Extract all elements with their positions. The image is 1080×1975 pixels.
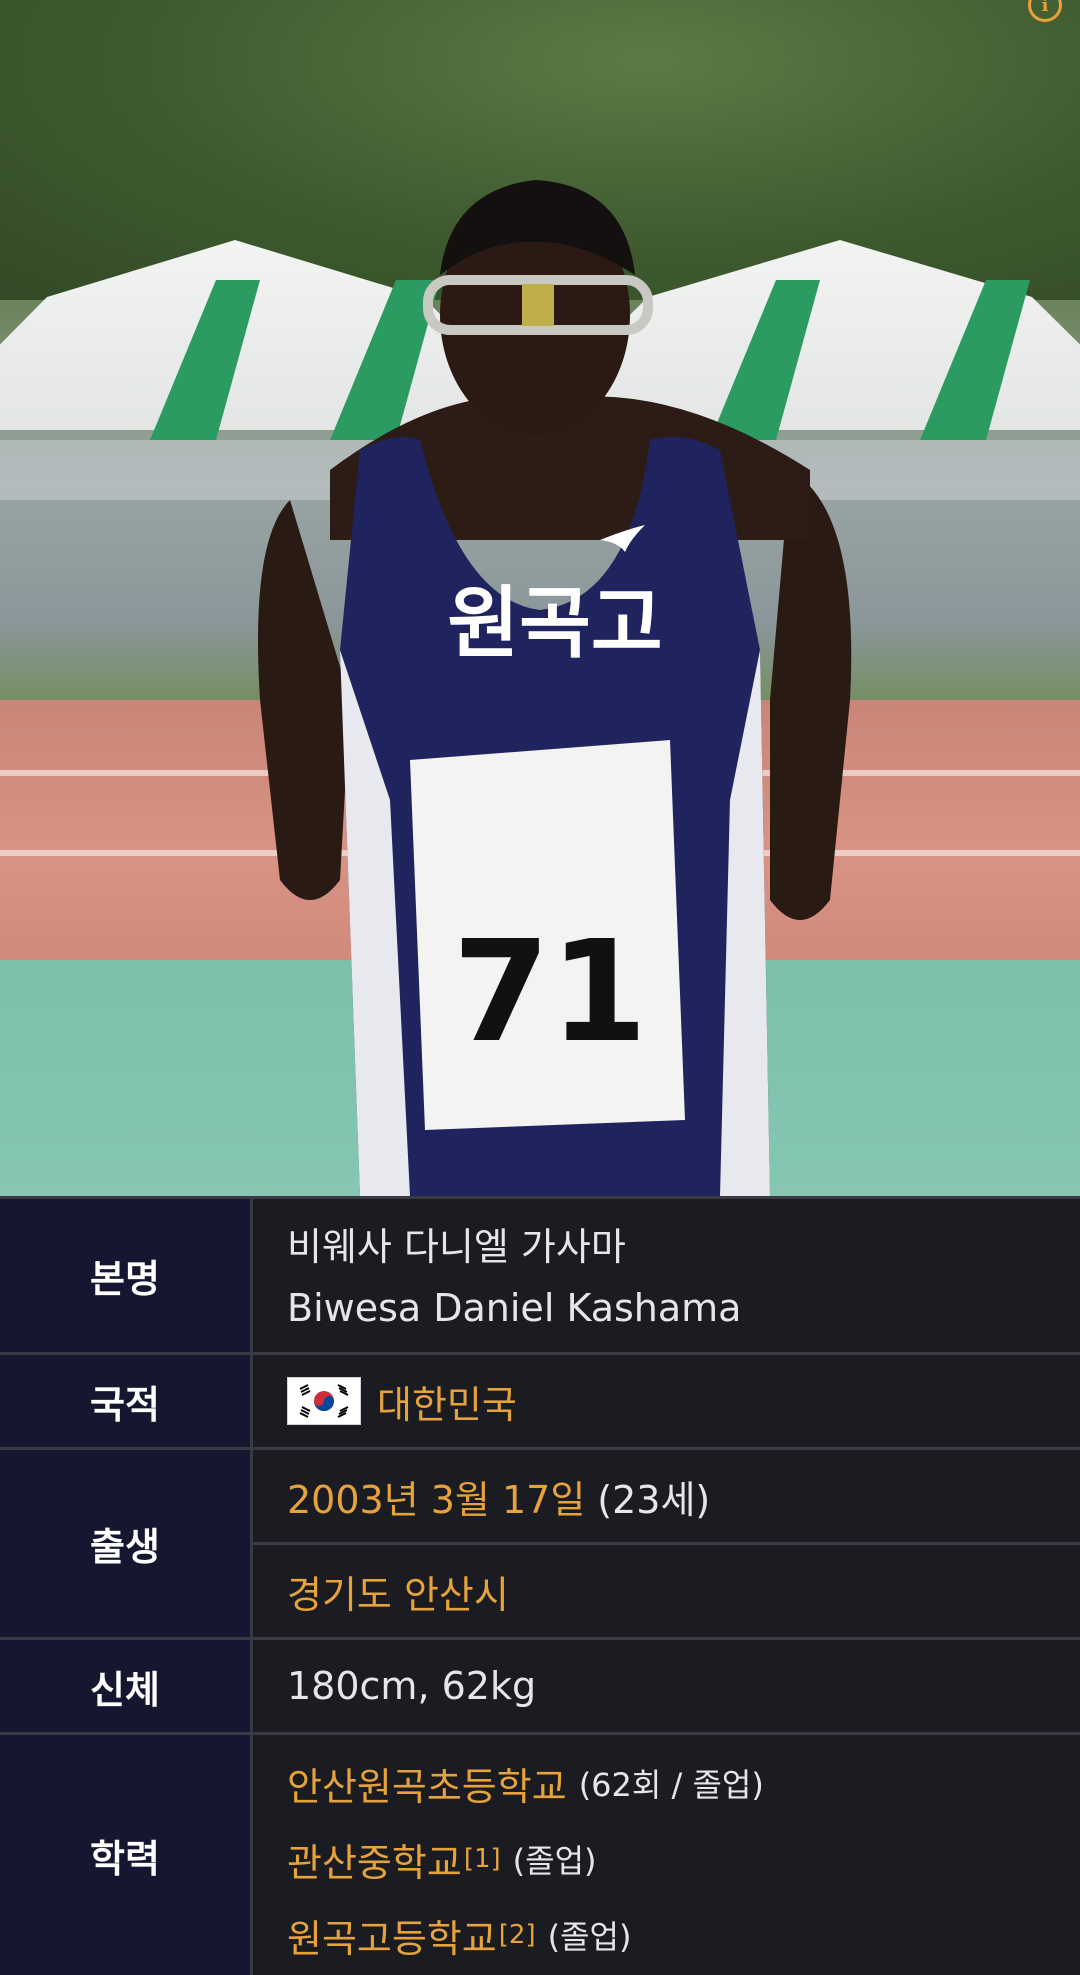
bib-number: 71 — [453, 911, 648, 1074]
country-link[interactable]: 대한민국 — [377, 1374, 517, 1429]
school-link[interactable]: 관산중학교 — [287, 1832, 462, 1887]
nationality-label: 국적 — [0, 1355, 253, 1447]
jersey-text: 원곡고 — [447, 579, 662, 669]
body-row: 신체 180cm, 62kg — [0, 1640, 1080, 1735]
education-row: 학력 안산원곡초등학교 (62회 / 졸업) 관산중학교 [1] (졸업) 원곡… — [0, 1735, 1080, 1975]
name-english: Biwesa Daniel Kashama — [287, 1285, 742, 1330]
birth-age: (23세) — [597, 1477, 711, 1522]
south-korea-flag-icon — [287, 1377, 361, 1425]
footnote-link[interactable]: [1] — [464, 1844, 501, 1874]
education-item: 안산원곡초등학교 (62회 / 졸업) — [253, 1745, 1080, 1821]
birth-date-line: 2003년 3월 17일 (23세) — [253, 1450, 1080, 1542]
school-note: (졸업) — [547, 1918, 632, 1956]
birth-row: 출생 2003년 3월 17일 (23세) 경기도 안산시 — [0, 1450, 1080, 1640]
education-value: 안산원곡초등학교 (62회 / 졸업) 관산중학교 [1] (졸업) 원곡고등학… — [253, 1735, 1080, 1975]
profile-photo[interactable]: 원곡고 71 i — [0, 0, 1080, 1196]
athlete-figure: 원곡고 71 — [258, 180, 852, 1196]
birth-place-link[interactable]: 경기도 안산시 — [287, 1564, 509, 1619]
name-value: 비웨사 다니엘 가사마 Biwesa Daniel Kashama — [253, 1199, 1080, 1352]
birth-value: 2003년 3월 17일 (23세) 경기도 안산시 — [253, 1450, 1080, 1637]
birth-place-line: 경기도 안산시 — [253, 1542, 1080, 1637]
nationality-value: 대한민국 — [253, 1355, 1080, 1447]
name-label: 본명 — [0, 1199, 253, 1352]
footnote-link[interactable]: [2] — [499, 1920, 536, 1950]
education-label: 학력 — [0, 1735, 253, 1975]
school-link[interactable]: 안산원곡초등학교 — [287, 1756, 567, 1811]
name-korean: 비웨사 다니엘 가사마 — [287, 1225, 626, 1269]
school-link[interactable]: 원곡고등학교 — [287, 1908, 497, 1963]
body-label: 신체 — [0, 1640, 253, 1732]
nationality-row: 국적 대한민국 — [0, 1355, 1080, 1450]
birth-label: 출생 — [0, 1450, 253, 1637]
school-note: (졸업) — [512, 1842, 597, 1880]
profile-infobox: 본명 비웨사 다니엘 가사마 Biwesa Daniel Kashama 국적 — [0, 1196, 1080, 1975]
school-note: (62회 / 졸업) — [578, 1766, 764, 1804]
body-value: 180cm, 62kg — [253, 1640, 1080, 1732]
name-row: 본명 비웨사 다니엘 가사마 Biwesa Daniel Kashama — [0, 1199, 1080, 1355]
birth-date-link[interactable]: 2003년 3월 17일 — [287, 1469, 585, 1524]
education-item: 원곡고등학교 [2] (졸업) — [253, 1897, 1080, 1973]
education-item: 관산중학교 [1] (졸업) — [253, 1821, 1080, 1897]
